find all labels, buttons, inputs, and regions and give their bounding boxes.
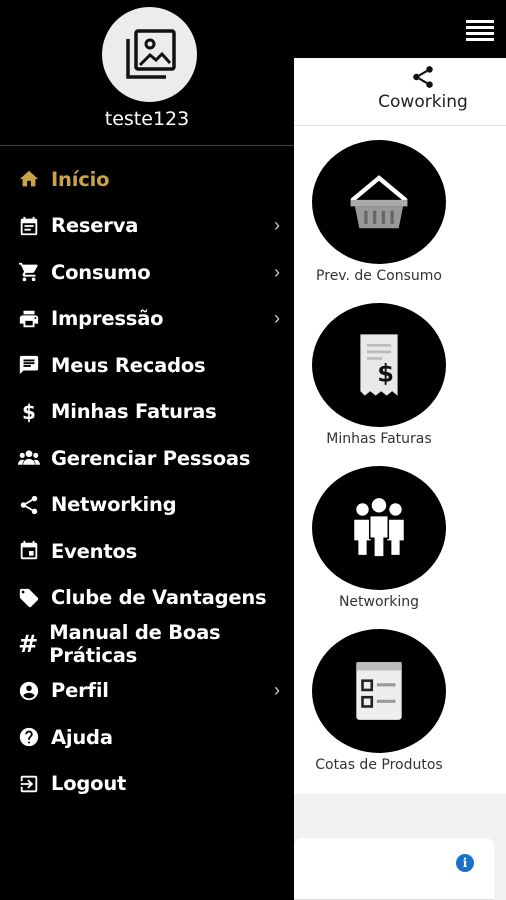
dollar-icon: $ <box>22 399 36 424</box>
menu-item-eventos[interactable]: Eventos <box>0 528 294 575</box>
tab-bar: Coworking <box>294 58 506 126</box>
menu-item-label: Impressão <box>51 307 164 331</box>
image-placeholder-icon <box>125 28 176 79</box>
share-icon <box>413 66 433 88</box>
navigation-drawer: teste123 Início Reserva › Consumo › Impr… <box>0 0 294 900</box>
menu-item-label: Gerenciar Pessoas <box>51 446 251 470</box>
help-icon <box>18 726 40 748</box>
message-icon <box>18 354 40 376</box>
tile-label: Networking <box>338 594 420 610</box>
tile-prev-consumo[interactable]: Prev. de Consumo <box>304 140 454 284</box>
account-icon <box>18 680 40 702</box>
menu-item-label: Ajuda <box>51 725 113 749</box>
svg-text:$: $ <box>377 359 394 387</box>
menu-item-logout[interactable]: Logout <box>0 761 294 808</box>
people-icon <box>354 498 404 558</box>
menu-item-ajuda[interactable]: Ajuda <box>0 714 294 761</box>
hamburger-icon[interactable] <box>466 20 494 42</box>
menu-item-label: Início <box>51 167 110 191</box>
tile-minhas-faturas[interactable]: $ Minhas Faturas <box>304 303 454 447</box>
menu-item-label: Perfil <box>51 679 109 703</box>
menu-item-label: Reserva <box>51 214 139 238</box>
menu-item-label: Networking <box>51 493 177 517</box>
menu-item-inicio[interactable]: Início <box>0 156 294 203</box>
menu-item-label: Clube de Vantagens <box>51 586 267 610</box>
chevron-right-icon: › <box>274 261 280 282</box>
tile-label: Prev. de Consumo <box>316 268 442 284</box>
menu-item-meus-recados[interactable]: Meus Recados <box>0 342 294 389</box>
menu-item-label: Minhas Faturas <box>51 400 217 424</box>
chevron-right-icon: › <box>274 215 280 236</box>
tile-cotas-produtos[interactable]: Cotas de Produtos <box>304 629 454 773</box>
username: teste123 <box>104 108 190 130</box>
tab-coworking[interactable]: Coworking <box>368 64 478 112</box>
home-icon <box>18 168 40 190</box>
chevron-right-icon: › <box>274 680 280 701</box>
menu-item-minhas-faturas[interactable]: $ Minhas Faturas <box>0 389 294 436</box>
menu-item-impressao[interactable]: Impressão › <box>0 296 294 343</box>
tile-label: Cotas de Produtos <box>315 757 443 773</box>
menu-item-label: Logout <box>51 772 127 796</box>
tile-label: Minhas Faturas <box>326 431 432 447</box>
tile-networking[interactable]: Networking <box>304 466 454 610</box>
calendar-icon <box>18 215 40 237</box>
menu-item-label: Eventos <box>51 539 138 563</box>
menu-item-label: Meus Recados <box>51 353 206 377</box>
cart-icon <box>18 261 40 283</box>
drawer-header: teste123 <box>0 0 294 146</box>
hashtag-icon: # <box>18 630 39 659</box>
info-icon[interactable]: i <box>456 854 474 872</box>
menu-item-manual-boas-praticas[interactable]: # Manual de Boas Práticas <box>0 621 294 668</box>
receipt-dollar-icon: $ <box>360 334 398 396</box>
basket-icon <box>350 175 408 229</box>
menu-item-perfil[interactable]: Perfil › <box>0 668 294 715</box>
menu-item-clube-vantagens[interactable]: Clube de Vantagens <box>0 575 294 622</box>
tab-coworking-label: Coworking <box>378 92 468 112</box>
shortcut-grid: Prev. de Consumo $ Minhas Faturas Networ… <box>294 126 506 794</box>
checklist-icon <box>356 662 402 720</box>
menu-item-label: Consumo <box>51 260 151 284</box>
share-icon <box>18 494 40 516</box>
info-card: i <box>294 838 494 900</box>
printer-icon <box>18 308 40 330</box>
event-icon <box>18 540 40 562</box>
menu-item-networking[interactable]: Networking <box>0 482 294 529</box>
menu-item-reserva[interactable]: Reserva › <box>0 203 294 250</box>
avatar[interactable] <box>102 7 197 102</box>
chevron-right-icon: › <box>274 308 280 329</box>
menu-item-label: Manual de Boas Práticas <box>49 621 221 668</box>
menu-item-consumo[interactable]: Consumo › <box>0 249 294 296</box>
tag-icon <box>18 587 40 609</box>
menu-item-gerenciar-pessoas[interactable]: Gerenciar Pessoas <box>0 435 294 482</box>
group-icon <box>18 447 40 469</box>
logout-icon <box>18 773 40 795</box>
drawer-menu: Início Reserva › Consumo › Impressão › M… <box>0 146 294 807</box>
